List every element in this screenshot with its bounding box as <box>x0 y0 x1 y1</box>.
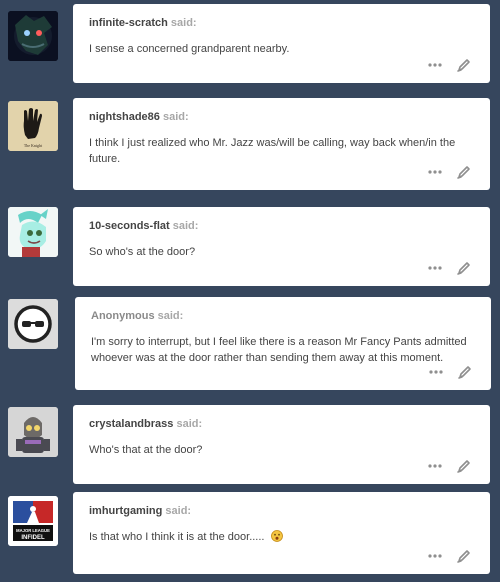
comment-header: 10-seconds-flat said: <box>89 219 474 233</box>
comment-card: crystalandbrass said: Who's that at the … <box>73 405 490 484</box>
pony-character-avatar-icon <box>8 207 58 257</box>
username-link[interactable]: crystalandbrass <box>89 418 173 430</box>
more-options-button[interactable] <box>426 260 444 276</box>
said-label: said: <box>172 220 199 232</box>
avatar[interactable]: MAJOR LEAGUE INFIDEL <box>8 496 58 546</box>
comment-header: infinite-scratch said: <box>89 16 474 30</box>
comment-actions <box>426 260 472 276</box>
said-label: said: <box>165 505 192 517</box>
dark-creature-avatar-icon <box>8 11 58 61</box>
avatar[interactable] <box>8 11 58 61</box>
ellipsis-icon <box>429 370 443 374</box>
ellipsis-icon <box>428 464 442 468</box>
edit-button[interactable] <box>457 364 473 380</box>
comment-header: imhurtgaming said: <box>89 504 474 518</box>
pencil-icon <box>457 550 470 563</box>
comment-actions <box>426 57 472 73</box>
username-label: Anonymous <box>91 310 155 322</box>
edit-button[interactable] <box>456 458 472 474</box>
comment-text: I think I just realized who Mr. Jazz was… <box>89 137 456 165</box>
svg-text:INFIDEL: INFIDEL <box>21 535 45 541</box>
more-options-button[interactable] <box>426 164 444 180</box>
comment-text: Who's that at the door? <box>89 444 203 456</box>
comment-actions <box>426 164 472 180</box>
ellipsis-icon <box>428 266 442 270</box>
edit-button[interactable] <box>456 164 472 180</box>
comment-text: So who's at the door? <box>89 246 196 258</box>
comment-text: Is that who I think it is at the door...… <box>89 529 474 545</box>
more-options-button[interactable] <box>427 364 445 380</box>
comment-text: I sense a concerned grandparent nearby. <box>89 43 290 55</box>
edit-button[interactable] <box>456 57 472 73</box>
said-label: said: <box>176 418 203 430</box>
avatar[interactable] <box>8 299 58 349</box>
anonymous-sunglasses-avatar-icon <box>8 299 58 349</box>
username-link[interactable]: 10-seconds-flat <box>89 220 170 232</box>
pencil-icon <box>457 166 470 179</box>
avatar[interactable] <box>8 407 58 457</box>
comment-card: Anonymous said: I'm sorry to interrupt, … <box>75 297 491 390</box>
more-options-button[interactable] <box>426 548 444 564</box>
comment-header: nightshade86 said: <box>89 110 474 124</box>
comment-header: Anonymous said: <box>91 309 475 323</box>
avatar[interactable] <box>8 207 58 257</box>
comment-header: crystalandbrass said: <box>89 417 474 431</box>
pencil-icon <box>457 460 470 473</box>
pencil-icon <box>458 366 471 379</box>
avatar[interactable]: The Knight <box>8 101 58 151</box>
said-label: said: <box>157 310 184 322</box>
comment-card: infinite-scratch said: I sense a concern… <box>73 4 490 83</box>
more-options-button[interactable] <box>426 458 444 474</box>
comment-card: 10-seconds-flat said: So who's at the do… <box>73 207 490 286</box>
pencil-icon <box>457 262 470 275</box>
comment-actions <box>426 458 472 474</box>
more-options-button[interactable] <box>426 57 444 73</box>
svg-text:MAJOR LEAGUE: MAJOR LEAGUE <box>16 528 50 533</box>
comment-actions <box>426 548 472 564</box>
edit-button[interactable] <box>456 548 472 564</box>
comment-actions <box>427 364 473 380</box>
username-link[interactable]: imhurtgaming <box>89 505 162 517</box>
said-label: said: <box>170 17 197 29</box>
surprised-face-emoji-icon <box>270 530 283 542</box>
ellipsis-icon <box>428 170 442 174</box>
ellipsis-icon <box>428 554 442 558</box>
username-link[interactable]: infinite-scratch <box>89 17 168 29</box>
said-label: said: <box>162 111 189 123</box>
comment-text-content: Is that who I think it is at the door...… <box>89 531 265 543</box>
black-handprint-avatar-icon: The Knight <box>8 101 58 151</box>
pencil-icon <box>457 59 470 72</box>
comment-card: imhurtgaming said: Is that who I think i… <box>73 492 490 574</box>
username-link[interactable]: nightshade86 <box>89 111 160 123</box>
comment-text: I'm sorry to interrupt, but I feel like … <box>91 336 467 364</box>
comment-card: nightshade86 said: I think I just realiz… <box>73 98 490 190</box>
armored-character-avatar-icon <box>8 407 58 457</box>
svg-text:The Knight: The Knight <box>24 143 43 148</box>
major-league-infidel-avatar-icon: MAJOR LEAGUE INFIDEL <box>8 496 58 546</box>
ellipsis-icon <box>428 63 442 67</box>
edit-button[interactable] <box>456 260 472 276</box>
